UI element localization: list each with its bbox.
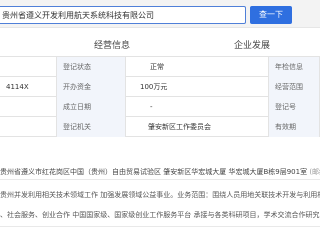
table-value: 正常	[150, 63, 164, 71]
table-value: -	[150, 103, 153, 111]
search-button[interactable]: 查一下	[250, 6, 292, 24]
divider	[0, 226, 320, 227]
table-label: 经营范围	[268, 77, 320, 97]
table-row: 4114X 开办资金 100万元 经营范围	[0, 77, 320, 97]
business-scope-line: 、社会服务、创业合作 中国国家级、国家级创业工作服务平台 承接与各类科研项目，学…	[0, 211, 320, 219]
table-cell	[0, 57, 56, 77]
table-label: 成立日期	[56, 97, 126, 117]
table-row: 登记状态 正常 年检信息	[0, 57, 320, 77]
company-info-table: 登记状态 正常 年检信息 4114X 开办资金 100万元 经营范围 成立日期 …	[0, 56, 320, 156]
registered-address: 贵州省遵义市红花岗区中国（贵州）自由贸易试验区 肇安新区华宏城大厦 华宏城大厦B…	[0, 164, 320, 180]
address-text: 贵州省遵义市红花岗区中国（贵州）自由贸易试验区 肇安新区华宏城大厦 华宏城大厦B…	[0, 168, 308, 176]
table-cell	[0, 97, 56, 117]
search-input[interactable]: 贵州省遵义开发利用航天系统科技有限公司	[0, 6, 246, 24]
top-search-bar: 贵州省遵义开发利用航天系统科技有限公司 查一下	[0, 0, 320, 28]
table-label: 登记机关	[56, 117, 126, 137]
business-scope-line: 贵州并发利用相关技术领域工作 加强发展领域公益事业。业务范围：围绕人员用地关联技…	[0, 191, 320, 199]
table-value	[196, 57, 268, 77]
table-label: 登记状态	[56, 57, 126, 77]
table-row: 登记机关 肇安新区工作委员会 有效期	[0, 117, 320, 137]
search-query-text: 贵州省遵义开发利用航天系统科技有限公司	[2, 11, 154, 20]
table-value	[196, 97, 268, 117]
table-label: 开办资金	[56, 77, 126, 97]
table-label: 年检信息	[268, 57, 320, 77]
table-cell: 4114X	[6, 83, 29, 91]
table-cell	[0, 117, 56, 137]
table-label: 登记号	[268, 97, 320, 117]
table-value: 肇安新区工作委员会	[148, 123, 211, 131]
table-label: 有效期	[268, 117, 320, 137]
table-row: 成立日期 - 登记号	[0, 97, 320, 117]
section-company-development: 企业发展	[234, 41, 271, 51]
postal-code: (邮编071700)	[309, 168, 320, 176]
table-value	[196, 77, 268, 97]
table-value: 100万元	[140, 83, 168, 91]
section-business-info: 经营信息	[94, 41, 131, 51]
